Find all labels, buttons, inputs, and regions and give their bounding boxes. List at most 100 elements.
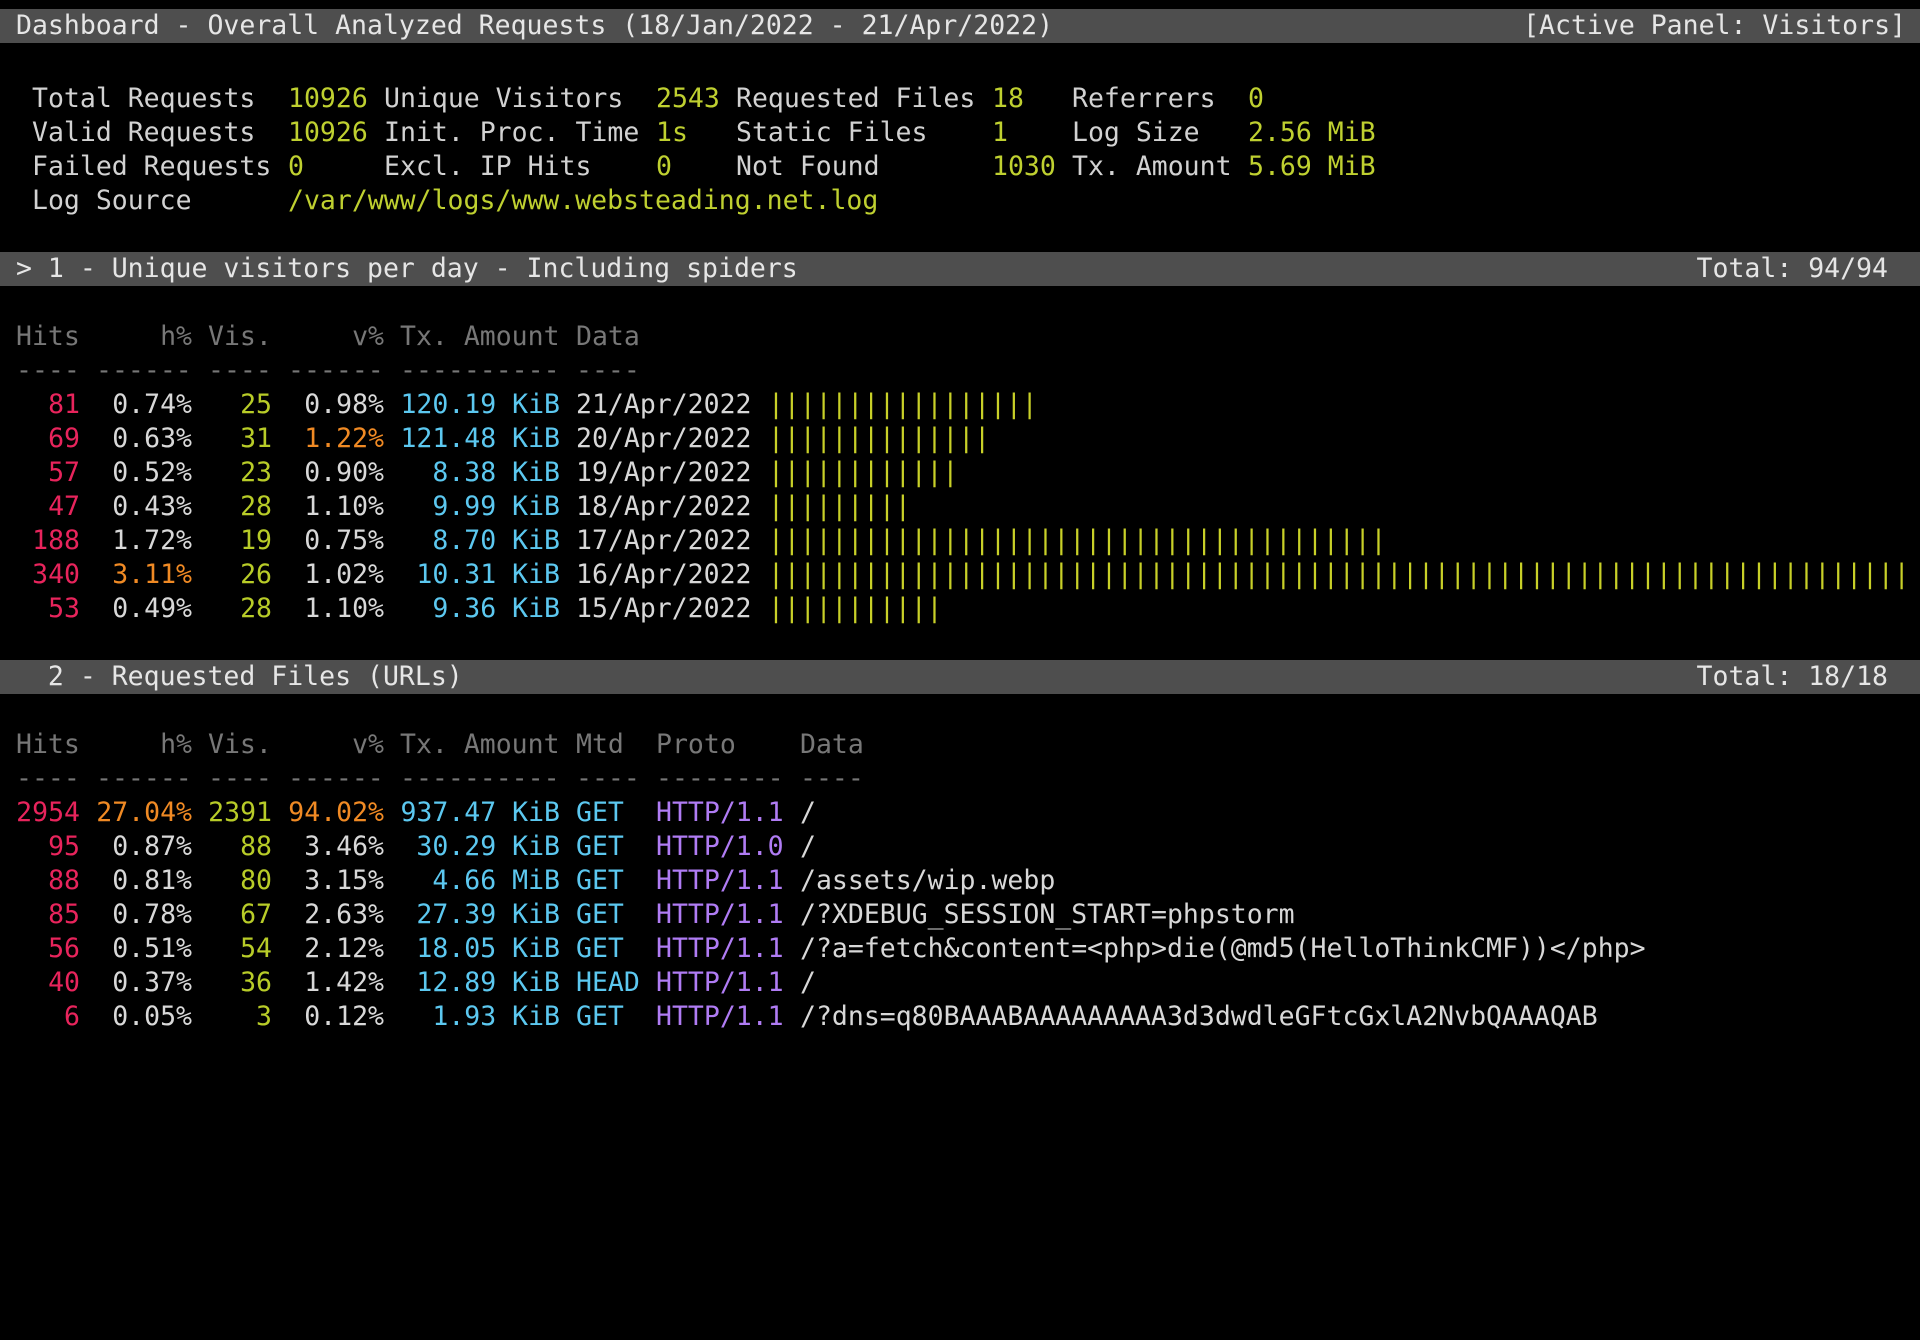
row-vis: 28	[240, 491, 272, 522]
row-vis: 25	[240, 389, 272, 420]
row-bar: ||||||||||||||||||||||||||||||||||||||||…	[768, 559, 1910, 590]
row-hits: 188	[32, 525, 80, 556]
sep-hits: ----	[16, 355, 80, 386]
table-row[interactable]: 188 1.72% 19 0.75% 8.70 KiB 17/Apr/2022 …	[0, 524, 1920, 558]
table-row[interactable]: 6 0.05% 3 0.12% 1.93 KiB GET HTTP/1.1 /?…	[0, 1000, 1920, 1034]
sep-tx: ----------	[400, 355, 560, 386]
row-date: 21/Apr/2022	[576, 389, 752, 420]
row-url: /?a=fetch&content=<php>die(@md5(HelloThi…	[800, 933, 1646, 964]
row-vpct: 2.12%	[304, 933, 384, 964]
unique-visitors-label: Unique Visitors	[384, 83, 624, 114]
row-vpct: 3.15%	[304, 865, 384, 896]
col-tx-header: Tx. Amount	[400, 321, 560, 352]
row-hits: 57	[48, 457, 80, 488]
row-vis: 19	[240, 525, 272, 556]
row-tx: 12.89 KiB	[416, 967, 560, 998]
row-hpct: 0.52%	[112, 457, 192, 488]
panel-visitors-total: Total: 94/94	[1696, 253, 1888, 284]
row-protocol: HTTP/1.0	[656, 831, 784, 862]
row-tx: 1.93 KiB	[432, 1001, 560, 1032]
table-row[interactable]: 53 0.49% 28 1.10% 9.36 KiB 15/Apr/2022 |…	[0, 592, 1920, 626]
row-protocol: HTTP/1.1	[656, 797, 784, 828]
row-date: 18/Apr/2022	[576, 491, 752, 522]
row-protocol: HTTP/1.1	[656, 899, 784, 930]
row-tx: 8.70 KiB	[432, 525, 560, 556]
panel-visitors-title[interactable]: > 1 - Unique visitors per day - Includin…	[16, 252, 798, 286]
row-hpct: 0.87%	[112, 831, 192, 862]
row-hpct: 27.04%	[96, 797, 192, 828]
table-row[interactable]: 85 0.78% 67 2.63% 27.39 KiB GET HTTP/1.1…	[0, 898, 1920, 932]
referrers-value: 0	[1248, 83, 1264, 114]
row-bar: ||||||||||||||	[768, 423, 990, 454]
row-hits: 85	[48, 899, 80, 930]
table-row[interactable]: 57 0.52% 23 0.90% 8.38 KiB 19/Apr/2022 |…	[0, 456, 1920, 490]
row-url: /	[800, 797, 816, 828]
failed-requests-label: Failed Requests	[32, 151, 272, 182]
row-hits: 340	[32, 559, 80, 590]
col-data-header: Data	[576, 321, 640, 352]
row-hits: 69	[48, 423, 80, 454]
col-hits-header: Hits	[16, 321, 80, 352]
row-vis: 3	[256, 1001, 272, 1032]
panel-requests-total: Total: 18/18	[1696, 661, 1888, 692]
row-tx: 9.36 KiB	[432, 593, 560, 624]
row-bar: |||||||||||||||||	[768, 389, 1038, 420]
panel-visitors-header[interactable]: > 1 - Unique visitors per day - Includin…	[0, 252, 1920, 286]
log-source-value: /var/www/logs/www.websteading.net.log	[288, 185, 879, 216]
row-tx: 9.99 KiB	[432, 491, 560, 522]
row-bar: |||||||||	[768, 491, 911, 522]
row-hits: 56	[48, 933, 80, 964]
tx-amount-label: Tx. Amount	[1072, 151, 1232, 182]
panel-requests-header[interactable]: 2 - Requested Files (URLs) Total: 18/18	[0, 660, 1920, 694]
active-panel-indicator: [Active Panel: Visitors]	[1523, 10, 1906, 41]
row-tx: 120.19 KiB	[400, 389, 560, 420]
row-hpct: 0.43%	[112, 491, 192, 522]
row-url: /assets/wip.webp	[800, 865, 1056, 896]
row-hpct: 0.37%	[112, 967, 192, 998]
col-hits-header: Hits	[16, 729, 80, 760]
visitors-table-header: Hits h% Vis. v% Tx. Amount Data	[0, 320, 1920, 354]
row-hits: 95	[48, 831, 80, 862]
row-tx: 30.29 KiB	[416, 831, 560, 862]
row-hpct: 0.49%	[112, 593, 192, 624]
row-vpct: 0.12%	[304, 1001, 384, 1032]
row-vpct: 3.46%	[304, 831, 384, 862]
tx-amount-value: 5.69 MiB	[1248, 151, 1376, 182]
row-vis: 26	[240, 559, 272, 590]
row-vis: 2391	[208, 797, 272, 828]
row-method: GET	[576, 933, 624, 964]
row-date: 16/Apr/2022	[576, 559, 752, 590]
row-hpct: 1.72%	[112, 525, 192, 556]
table-row[interactable]: 47 0.43% 28 1.10% 9.99 KiB 18/Apr/2022 |…	[0, 490, 1920, 524]
sep-vpct: ------	[288, 763, 384, 794]
valid-requests-label: Valid Requests	[32, 117, 256, 148]
row-bar: ||||||||||||	[768, 457, 959, 488]
table-row[interactable]: 340 3.11% 26 1.02% 10.31 KiB 16/Apr/2022…	[0, 558, 1920, 592]
sep-vis: ----	[208, 355, 272, 386]
row-url: /?XDEBUG_SESSION_START=phpstorm	[800, 899, 1295, 930]
row-vpct: 1.02%	[304, 559, 384, 590]
row-hits: 53	[48, 593, 80, 624]
table-row[interactable]: 95 0.87% 88 3.46% 30.29 KiB GET HTTP/1.0…	[0, 830, 1920, 864]
table-row[interactable]: 88 0.81% 80 3.15% 4.66 MiB GET HTTP/1.1 …	[0, 864, 1920, 898]
row-tx: 10.31 KiB	[416, 559, 560, 590]
table-row[interactable]: 56 0.51% 54 2.12% 18.05 KiB GET HTTP/1.1…	[0, 932, 1920, 966]
table-row[interactable]: 40 0.37% 36 1.42% 12.89 KiB HEAD HTTP/1.…	[0, 966, 1920, 1000]
row-bar: |||||||||||||||||||||||||||||||||||||||	[768, 525, 1387, 556]
row-vis: 36	[240, 967, 272, 998]
sep-hits: ----	[16, 763, 80, 794]
row-tx: 18.05 KiB	[416, 933, 560, 964]
panel-requests-title[interactable]: 2 - Requested Files (URLs)	[16, 660, 463, 694]
table-row[interactable]: 2954 27.04% 2391 94.02% 937.47 KiB GET H…	[0, 796, 1920, 830]
row-hits: 81	[48, 389, 80, 420]
row-vpct: 1.10%	[304, 491, 384, 522]
sep-tx: ----------	[400, 763, 560, 794]
table-row[interactable]: 81 0.74% 25 0.98% 120.19 KiB 21/Apr/2022…	[0, 388, 1920, 422]
table-row[interactable]: 69 0.63% 31 1.22% 121.48 KiB 20/Apr/2022…	[0, 422, 1920, 456]
requests-table-separator: ---- ------ ---- ------ ---------- ---- …	[0, 762, 1920, 796]
row-vpct: 1.10%	[304, 593, 384, 624]
sep-data: ----	[576, 355, 640, 386]
row-hits: 40	[48, 967, 80, 998]
row-tx: 4.66 MiB	[432, 865, 560, 896]
row-method: GET	[576, 797, 624, 828]
